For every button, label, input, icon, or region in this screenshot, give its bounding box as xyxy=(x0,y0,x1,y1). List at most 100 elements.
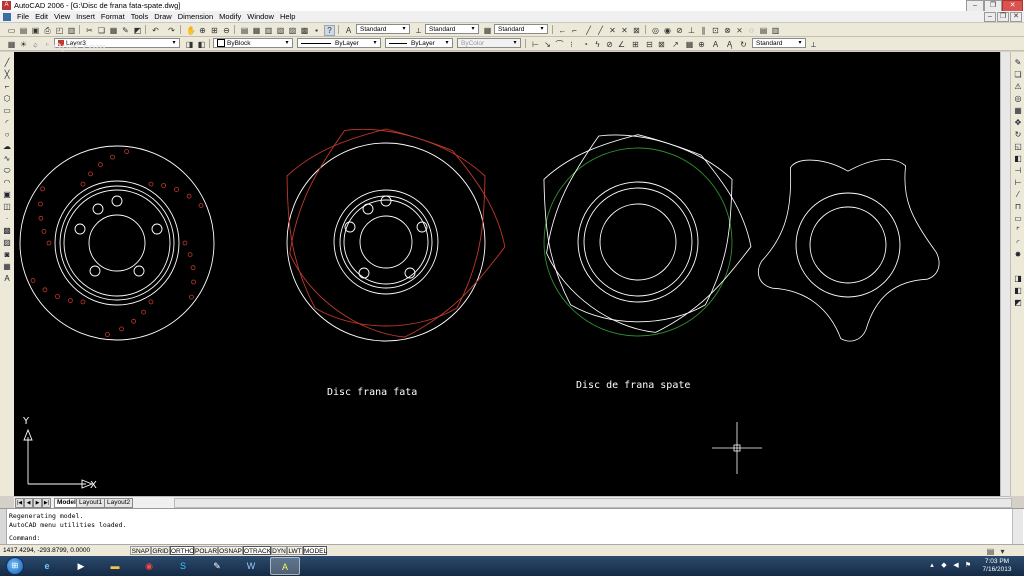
insert-block-icon[interactable]: ▣ xyxy=(2,190,12,199)
osnap-none-icon[interactable]: ◌ xyxy=(746,25,757,36)
explode-icon[interactable]: ✸ xyxy=(1013,250,1023,259)
erase-icon[interactable]: ✎ xyxy=(1013,58,1023,67)
doc-minimize-icon[interactable]: – xyxy=(984,12,996,22)
dim-ordinate-icon[interactable]: ⁝ xyxy=(566,39,577,50)
matchprop-icon[interactable]: ✎ xyxy=(120,25,131,36)
line-icon[interactable]: ← xyxy=(557,25,568,36)
break-at-point-icon[interactable]: ⁄ xyxy=(1013,190,1023,199)
last-tab-icon[interactable]: ▶| xyxy=(42,498,51,508)
dim-style-manager-icon[interactable]: ⟂ xyxy=(808,39,819,50)
chrome-icon[interactable]: ◉ xyxy=(134,557,164,575)
tab-layout2[interactable]: Layout2 xyxy=(104,498,134,508)
menu-insert[interactable]: Insert xyxy=(73,11,98,22)
open-icon[interactable]: ▤ xyxy=(18,25,29,36)
label-front-disc[interactable]: Disc frana fata xyxy=(327,387,417,398)
design-center-icon[interactable]: ▦ xyxy=(251,25,262,36)
dim-update-icon[interactable]: ↻ xyxy=(738,39,749,50)
osnap-quadrant-icon[interactable]: ◉ xyxy=(662,25,673,36)
quick-leader-icon[interactable]: ↗ xyxy=(670,39,681,50)
plot-icon[interactable]: ⎙ xyxy=(42,25,53,36)
otrack-toggle[interactable]: OTRACK xyxy=(243,546,271,555)
skype-icon[interactable]: S xyxy=(168,557,198,575)
ellipse-icon[interactable]: ⬭ xyxy=(2,166,12,175)
block-editor-icon[interactable]: ◩ xyxy=(132,25,143,36)
draw-tool-2-icon[interactable]: ╱ xyxy=(595,25,606,36)
pen-icon[interactable]: ✎ xyxy=(202,557,232,575)
dim-diameter-icon[interactable]: ⊘ xyxy=(604,39,615,50)
menu-window[interactable]: Window xyxy=(244,11,277,22)
ie-icon[interactable]: e xyxy=(32,557,62,575)
autocad-icon[interactable]: A xyxy=(270,557,300,575)
quickcalc-icon[interactable]: ▪ xyxy=(311,25,322,36)
dim-aligned-icon[interactable]: ↘ xyxy=(542,39,553,50)
word-icon[interactable]: W xyxy=(236,557,266,575)
circle-icon[interactable]: ○ xyxy=(2,130,12,139)
tool-palettes-icon[interactable]: ▥ xyxy=(263,25,274,36)
make-block-icon[interactable]: ◫ xyxy=(2,202,12,211)
menu-help[interactable]: Help xyxy=(277,11,298,22)
polyline-tool-icon[interactable]: ⌐ xyxy=(2,82,12,91)
menu-file[interactable]: File xyxy=(14,11,32,22)
extend-icon[interactable]: ⊢ xyxy=(1013,178,1023,187)
label-rear-disc[interactable]: Disc de frana spate xyxy=(576,380,690,391)
linetype-combo[interactable]: ByLayer ▾ xyxy=(297,38,381,48)
doc-close-icon[interactable]: ✕ xyxy=(1010,12,1022,22)
dim-style-combo[interactable]: Standard ▾ xyxy=(425,24,479,34)
osnap-node-icon[interactable]: ⊗ xyxy=(722,25,733,36)
draw-tool-1-icon[interactable]: ╱ xyxy=(583,25,594,36)
rectangle-icon[interactable]: ▭ xyxy=(2,106,12,115)
polyline-icon[interactable]: ⌐ xyxy=(569,25,580,36)
osnap-center-icon[interactable]: ◎ xyxy=(650,25,661,36)
menu-view[interactable]: View xyxy=(51,11,73,22)
menu-draw[interactable]: Draw xyxy=(151,11,175,22)
publish-icon[interactable]: ▥ xyxy=(66,25,77,36)
ellipse-arc-icon[interactable]: ◠ xyxy=(2,178,12,187)
markup-icon[interactable]: ▨ xyxy=(287,25,298,36)
rear-disc-final[interactable] xyxy=(758,159,940,342)
calculator-icon[interactable]: ▩ xyxy=(299,25,310,36)
menu-modify[interactable]: Modify xyxy=(216,11,244,22)
dim-radius-icon[interactable]: ◔ xyxy=(580,39,591,50)
front-disc-profile[interactable] xyxy=(256,91,534,369)
hatch-icon[interactable]: ▩ xyxy=(2,226,12,235)
rotate-icon[interactable]: ↻ xyxy=(1013,130,1023,139)
document-icon[interactable] xyxy=(3,12,11,21)
save-icon[interactable]: ▣ xyxy=(30,25,41,36)
command-prompt[interactable]: Command: xyxy=(9,534,40,542)
zoom-window-icon[interactable]: ⊞ xyxy=(209,25,220,36)
dim-jogged-icon[interactable]: ϟ xyxy=(592,39,603,50)
draw-tool-3-icon[interactable]: ✕ xyxy=(607,25,618,36)
osnap-tangent-icon[interactable]: ⊘ xyxy=(674,25,685,36)
sheet-set-icon[interactable]: ▧ xyxy=(275,25,286,36)
mirror-icon[interactable]: ⚠ xyxy=(1013,82,1023,91)
osnap-perp-icon[interactable]: ⊥ xyxy=(686,25,697,36)
drawing-canvas[interactable]: Disc frana fata Disc de frana spate Y X xyxy=(14,52,1000,496)
pan-icon[interactable]: ✋ xyxy=(185,25,196,36)
mtext-icon[interactable]: A xyxy=(2,274,12,283)
join-icon[interactable]: ▭ xyxy=(1013,214,1023,223)
dim-continue-icon[interactable]: ⊠ xyxy=(656,39,667,50)
stretch-icon[interactable]: ◧ xyxy=(1013,154,1023,163)
tray-volume-icon[interactable]: ◀ xyxy=(952,561,960,570)
copy-icon[interactable]: ❏ xyxy=(96,25,107,36)
break-icon[interactable]: ⊓ xyxy=(1013,202,1023,211)
osnap-parallel-icon[interactable]: ∥ xyxy=(698,25,709,36)
folder-icon[interactable]: ▬ xyxy=(100,557,130,575)
polar-toggle[interactable]: POLAR xyxy=(194,546,218,555)
revcloud-icon[interactable]: ☁ xyxy=(2,142,12,151)
grid-toggle[interactable]: GRID xyxy=(151,546,170,555)
front-disc-drilled[interactable] xyxy=(19,145,215,341)
move-icon[interactable]: ✥ xyxy=(1013,118,1023,127)
offset-icon[interactable]: ◎ xyxy=(1013,94,1023,103)
osnap-toggle[interactable]: OSNAP xyxy=(218,546,243,555)
osnap-insert-icon[interactable]: ⊡ xyxy=(710,25,721,36)
tray-network-icon[interactable]: ◆ xyxy=(940,561,948,570)
cut-icon[interactable]: ✂ xyxy=(84,25,95,36)
copy-object-icon[interactable]: ❏ xyxy=(1013,70,1023,79)
undo-icon[interactable]: ↶ xyxy=(150,25,161,36)
lwt-toggle[interactable]: LWT xyxy=(287,546,303,555)
rear-disc-profile[interactable] xyxy=(514,99,778,363)
layer-previous-icon[interactable]: ◧ xyxy=(196,39,207,50)
start-button[interactable]: ⊞ xyxy=(6,557,24,575)
dim-edit-icon[interactable]: A xyxy=(710,39,721,50)
